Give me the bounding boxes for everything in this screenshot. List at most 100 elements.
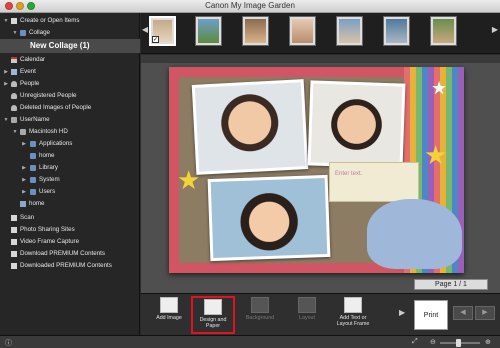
- calendar-icon: [11, 57, 17, 63]
- sidebar-item-label: New Collage (1): [30, 41, 90, 50]
- sidebar-item-label: Deleted Images of People: [20, 104, 92, 111]
- sidebar-item-label: Calendar: [20, 56, 46, 63]
- folder-icon: [30, 177, 36, 183]
- thumbnail[interactable]: [336, 16, 363, 46]
- add-text-button[interactable]: Add Text or Layout Frame: [331, 296, 375, 334]
- expand-arrow-icon[interactable]: ▼: [3, 15, 9, 27]
- collage-folder-icon: [20, 30, 26, 36]
- sidebar-item-applications[interactable]: ▶ Applications: [0, 138, 140, 150]
- photo-frame-1[interactable]: [191, 79, 309, 175]
- sidebar-item-deleted-images-of-people[interactable]: Deleted Images of People: [0, 102, 140, 114]
- sidebar-item-username[interactable]: ▼ UserName: [0, 114, 140, 126]
- collage-photo-image: [310, 83, 403, 166]
- sidebar-item-label: home: [29, 200, 45, 207]
- background-icon: [251, 297, 269, 313]
- layout-button[interactable]: Layout: [285, 296, 329, 334]
- sidebar-item-label: home: [39, 152, 55, 159]
- checkmark-icon[interactable]: ✓: [152, 36, 159, 43]
- sidebar-item-system[interactable]: ▶ System: [0, 174, 140, 186]
- download-icon: [11, 251, 17, 257]
- expand-arrow-icon[interactable]: ▶: [3, 66, 9, 78]
- thumbnail[interactable]: [195, 16, 222, 46]
- expand-arrow-icon[interactable]: ▼: [12, 126, 18, 138]
- expand-arrow-icon[interactable]: ▶: [3, 78, 9, 90]
- downloaded-icon: [11, 263, 17, 269]
- sidebar-item-scan[interactable]: Scan: [0, 212, 140, 224]
- expand-arrow-icon[interactable]: ▼: [3, 114, 9, 126]
- people-icon: [11, 81, 17, 87]
- zoom-out-icon[interactable]: ⊖: [430, 338, 436, 346]
- sidebar-item-people[interactable]: ▶ People: [0, 78, 140, 90]
- thumbnail-image: [198, 19, 219, 43]
- zoom-slider-knob[interactable]: [456, 339, 461, 347]
- sidebar-item-download-premium-contents[interactable]: Download PREMIUM Contents: [0, 248, 140, 260]
- deleted-people-icon: [11, 105, 17, 111]
- sidebar-item-calendar[interactable]: Calendar: [0, 54, 140, 66]
- drive-icon: [20, 129, 26, 135]
- strip-right-icon[interactable]: ▶: [491, 25, 499, 39]
- zoom-slider[interactable]: [440, 339, 480, 347]
- folder-icon: [30, 165, 36, 171]
- photo-frame-3[interactable]: [207, 174, 331, 262]
- thumbnail[interactable]: ✓: [149, 16, 176, 46]
- background-button[interactable]: Background: [238, 296, 282, 334]
- add-image-button[interactable]: Add Image: [147, 296, 191, 334]
- photo-frame-2[interactable]: [307, 80, 406, 169]
- sidebar-item-photo-sharing-sites[interactable]: Photo Sharing Sites: [0, 224, 140, 236]
- expand-arrow-icon[interactable]: ▼: [12, 27, 18, 39]
- strip-left-icon[interactable]: ◀: [141, 25, 149, 39]
- info-icon[interactable]: ⓘ: [5, 338, 12, 348]
- thumbnail[interactable]: [430, 16, 457, 46]
- sidebar-item-downloaded-premium-contents[interactable]: Downloaded PREMIUM Contents: [0, 260, 140, 272]
- design-and-paper-button[interactable]: Design and Paper: [191, 296, 235, 334]
- sidebar-item-collage[interactable]: ▼ Collage: [0, 27, 140, 39]
- collage-canvas[interactable]: Enter text. ★ ★ ★: [169, 67, 464, 273]
- previous-page-icon[interactable]: ◀: [453, 306, 473, 320]
- text-placeholder: Enter text.: [335, 171, 363, 177]
- folder-icon: [30, 189, 36, 195]
- sidebar-item-label: Library: [39, 164, 58, 171]
- sidebar-item-home-folder[interactable]: home: [0, 150, 140, 162]
- page-indicator: Page 1 / 1: [414, 279, 488, 290]
- add-text-icon: [344, 297, 362, 313]
- folder-icon: [30, 153, 36, 159]
- sidebar-item-users[interactable]: ▶ Users: [0, 186, 140, 198]
- sidebar-item-label: Downloaded PREMIUM Contents: [20, 262, 112, 269]
- toolbar-next-icon[interactable]: ▶: [399, 308, 405, 317]
- scan-icon: [11, 215, 17, 221]
- expand-arrow-icon[interactable]: ▶: [21, 174, 27, 186]
- thumbnail[interactable]: [242, 16, 269, 46]
- sidebar-item-unregistered-people[interactable]: Unregistered People: [0, 90, 140, 102]
- thumbnail[interactable]: [383, 16, 410, 46]
- sidebar-item-home[interactable]: home: [0, 198, 140, 210]
- expand-arrow-icon[interactable]: ▶: [21, 186, 27, 198]
- sidebar-item-label: Create or Open Items: [20, 17, 80, 24]
- thumbnail[interactable]: [289, 16, 316, 46]
- sidebar-item-video-frame-capture[interactable]: Video Frame Capture: [0, 236, 140, 248]
- expand-arrow-icon[interactable]: ▶: [21, 162, 27, 174]
- next-page-icon[interactable]: ▶: [475, 306, 495, 320]
- layout-icon: [298, 297, 316, 313]
- sidebar-item-label: System: [39, 176, 60, 183]
- full-screen-icon[interactable]: ⤢: [412, 338, 418, 346]
- sidebar-item-new-collage[interactable]: New Collage (1): [0, 39, 140, 53]
- sidebar-item-event[interactable]: ▶ Event: [0, 66, 140, 78]
- sidebar-item-macintosh-hd[interactable]: ▼ Macintosh HD: [0, 126, 140, 138]
- collage-photo-image: [194, 82, 306, 172]
- star-icon: ★: [177, 165, 201, 195]
- collage-photo-image: [210, 178, 328, 258]
- print-button[interactable]: Print: [414, 300, 448, 330]
- thumbnail-image: [386, 19, 407, 43]
- text-box[interactable]: Enter text.: [329, 162, 419, 202]
- sidebar-item-library[interactable]: ▶ Library: [0, 162, 140, 174]
- expand-arrow-icon[interactable]: ▶: [21, 138, 27, 150]
- zoom-in-icon[interactable]: ⊕: [485, 338, 491, 346]
- event-icon: [11, 69, 17, 75]
- video-capture-icon: [11, 239, 17, 245]
- create-icon: [11, 18, 17, 24]
- sidebar-item-label: Event: [20, 68, 36, 75]
- design-paper-icon: [204, 299, 222, 315]
- photo-sharing-icon: [11, 227, 17, 233]
- sidebar-item-create-or-open-items[interactable]: ▼ Create or Open Items: [0, 15, 140, 27]
- sidebar-item-label: Photo Sharing Sites: [20, 226, 75, 233]
